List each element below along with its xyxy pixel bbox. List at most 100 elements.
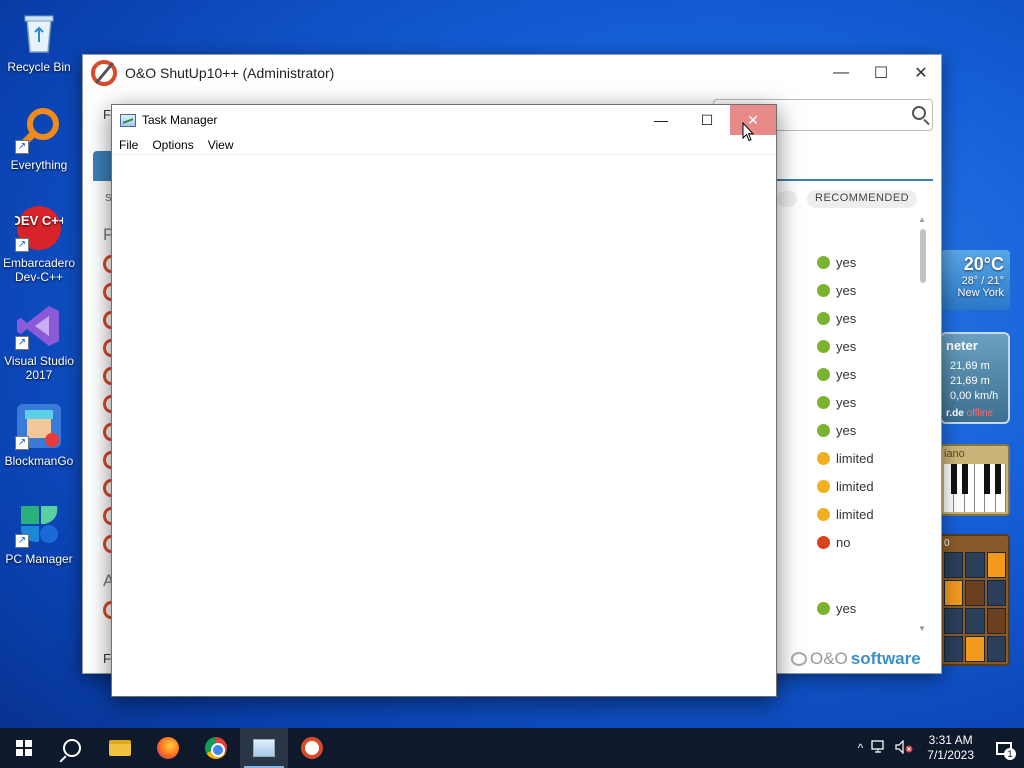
desktop-icon-label: PC Manager	[5, 552, 73, 566]
desktop-icon-label: Embarcadero Dev-C++	[2, 256, 76, 284]
oo-logo-icon	[791, 652, 807, 666]
svg-text:DEV C++: DEV C++	[15, 213, 63, 228]
desktop-icon-everything[interactable]: ↗ Everything	[2, 106, 76, 172]
everything-search-icon: ↗	[15, 106, 63, 154]
oo-software-logo[interactable]: O&O software	[791, 649, 921, 669]
menu-view[interactable]: View	[201, 138, 241, 152]
weather-temp: 20°C	[963, 254, 1004, 274]
weather-range: 28° / 21°	[961, 275, 1004, 287]
weather-gadget[interactable]: 20°C 28° / 21° New York	[940, 250, 1010, 310]
recommendation-row: yes	[817, 423, 856, 438]
status-dot-icon	[817, 256, 830, 269]
recommendation-label: yes	[836, 255, 857, 270]
recommendation-label: limited	[836, 507, 874, 522]
meter-value: 21,69 m	[950, 360, 990, 372]
recommendation-label: yes	[836, 311, 857, 326]
tray-overflow-chevron-icon[interactable]: ^	[854, 741, 868, 755]
maximize-button[interactable]: ☐	[684, 105, 730, 135]
shutup-logo-icon	[301, 737, 323, 759]
close-button[interactable]: ✕	[901, 55, 941, 91]
taskbar-clock[interactable]: 3:31 AM 7/1/2023	[917, 733, 984, 763]
recommendation-label: no	[836, 535, 851, 550]
meter-gadget[interactable]: neter 21,69 m 21,69 m 0,00 km/h r.de off…	[940, 332, 1010, 424]
desktop-icon-visual-studio[interactable]: ↗ Visual Studio 2017	[2, 302, 76, 382]
task-manager-content	[112, 155, 776, 695]
recommendation-row: limited	[817, 451, 874, 466]
desktop-icon-blockmango[interactable]: ↗ BlockmanGo	[2, 402, 76, 468]
task-manager-menubar: File Options View	[112, 135, 776, 155]
taskbar-file-explorer[interactable]	[96, 728, 144, 768]
status-dot-icon	[817, 396, 830, 409]
meter-offline-status: offline	[966, 408, 994, 419]
clock-date: 7/1/2023	[927, 748, 974, 762]
notification-count-badge: 1	[1004, 748, 1016, 760]
shortcut-arrow-icon: ↗	[15, 336, 29, 350]
mouse-cursor-icon	[742, 122, 754, 142]
task-manager-window[interactable]: Task Manager — ☐ ✕ File Options View	[111, 104, 777, 697]
clock-time: 3:31 AM	[928, 733, 973, 747]
column-header-recommended[interactable]: RECOMMENDED	[807, 190, 918, 208]
recommendation-label: limited	[836, 479, 874, 494]
meter-title: neter	[946, 338, 978, 353]
status-dot-icon	[817, 368, 830, 381]
column-header-pill	[777, 191, 797, 207]
recommendation-label: yes	[836, 339, 857, 354]
task-manager-titlebar[interactable]: Task Manager — ☐ ✕	[112, 105, 776, 135]
piano-gadget[interactable]: iano	[940, 444, 1010, 516]
desktop-icon-label: BlockmanGo	[4, 454, 74, 468]
desktop-icon-devcpp[interactable]: DEV C++ ↗ Embarcadero Dev-C++	[2, 204, 76, 284]
recommendation-row: yes	[817, 395, 856, 410]
shortcut-arrow-icon: ↗	[15, 238, 29, 252]
minimize-button[interactable]: —	[821, 55, 861, 91]
status-dot-icon	[817, 452, 830, 465]
shutup-logo-icon	[91, 60, 117, 86]
recommendation-label: yes	[836, 367, 857, 382]
windows-logo-icon	[16, 740, 32, 756]
recommendation-row: limited	[817, 479, 874, 494]
puzzle-grid[interactable]	[944, 552, 1006, 662]
shutup-menu-file[interactable]: F	[103, 107, 111, 122]
volume-muted-icon[interactable]	[891, 739, 917, 757]
taskbar-shutup[interactable]	[288, 728, 336, 768]
shortcut-arrow-icon: ↗	[15, 140, 29, 154]
taskbar-chrome[interactable]	[192, 728, 240, 768]
puzzle-gadget[interactable]: 0	[940, 534, 1010, 666]
desktop-icon-recycle-bin[interactable]: Recycle Bin	[2, 8, 76, 74]
task-manager-title: Task Manager	[142, 113, 218, 127]
scrollbar-thumb[interactable]	[920, 229, 926, 283]
scroll-down-icon[interactable]: ▼	[918, 624, 926, 633]
recommendation-row: yes	[817, 255, 856, 270]
recommendation-row: yes	[817, 283, 856, 298]
shutup-scrollbar[interactable]: ▲ ▼	[917, 215, 929, 633]
chrome-icon	[205, 737, 227, 759]
desktop-icon-pc-manager[interactable]: ↗ PC Manager	[2, 500, 76, 566]
devcpp-icon: DEV C++ ↗	[12, 204, 67, 252]
taskbar-search-button[interactable]	[48, 728, 96, 768]
status-dot-icon	[817, 312, 830, 325]
status-dot-icon	[817, 480, 830, 493]
pc-manager-icon: ↗	[15, 500, 63, 548]
recommendation-label: limited	[836, 451, 874, 466]
start-button[interactable]	[0, 728, 48, 768]
network-icon[interactable]	[867, 739, 891, 757]
blockmango-icon: ↗	[15, 402, 63, 450]
maximize-button[interactable]: ☐	[861, 55, 901, 91]
recommendation-label: yes	[836, 283, 857, 298]
piano-keys[interactable]	[944, 464, 1006, 512]
action-center-button[interactable]: 1	[984, 728, 1024, 768]
menu-file[interactable]: File	[112, 138, 145, 152]
meter-footer: r.de offline	[946, 408, 994, 419]
status-dot-icon	[817, 424, 830, 437]
taskbar-firefox[interactable]	[144, 728, 192, 768]
recommendation-label: yes	[836, 423, 857, 438]
task-manager-icon	[253, 739, 275, 757]
menu-options[interactable]: Options	[145, 138, 200, 152]
shutup-title: O&O ShutUp10++ (Administrator)	[125, 65, 335, 81]
taskbar-task-manager[interactable]	[240, 728, 288, 768]
shutup-titlebar[interactable]: O&O ShutUp10++ (Administrator) — ☐ ✕	[83, 55, 941, 91]
minimize-button[interactable]: —	[638, 105, 684, 135]
recycle-bin-icon	[15, 8, 63, 56]
recommendation-row: yes	[817, 367, 856, 382]
meter-value: 21,69 m	[950, 375, 990, 387]
scroll-up-icon[interactable]: ▲	[918, 215, 926, 224]
